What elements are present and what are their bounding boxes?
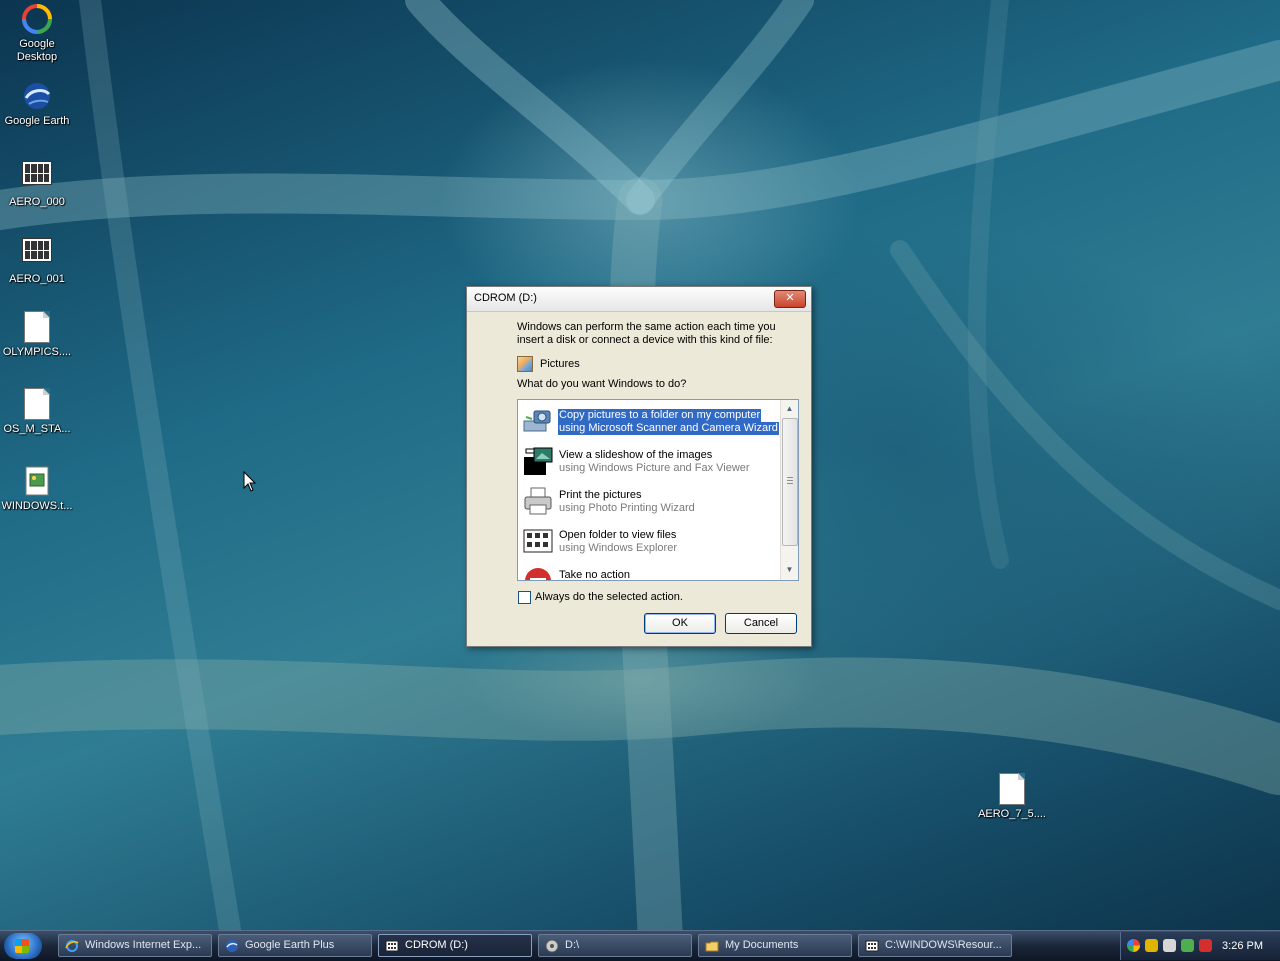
desktop-icon-label: AERO_000 <box>9 196 65 208</box>
desktop-icon-google-earth[interactable]: Google Earth <box>0 80 74 128</box>
system-tray: 3:26 PM <box>1120 932 1280 960</box>
camera-scanner-icon <box>522 405 554 437</box>
desktop-icon-label: OS_M_STA... <box>3 423 71 435</box>
listbox-scrollbar[interactable]: ▲ ▼ <box>780 400 798 580</box>
file-icon <box>21 311 53 343</box>
ok-button[interactable]: OK <box>644 613 716 634</box>
clock[interactable]: 3:26 PM <box>1222 940 1263 952</box>
taskbar-item-drive-d[interactable]: D:\ <box>538 934 692 957</box>
action-title: Open folder to view files <box>559 529 677 541</box>
taskbar-item-my-documents[interactable]: My Documents <box>698 934 852 957</box>
google-desktop-icon <box>21 3 53 35</box>
taskbar-item-label: CDROM (D:) <box>405 939 468 951</box>
dialog-question: What do you want Windows to do? <box>517 378 687 390</box>
taskbar-item-internet-explorer[interactable]: Windows Internet Exp... <box>58 934 212 957</box>
action-subtitle: using Microsoft Scanner and Camera Wizar… <box>558 422 779 435</box>
cdrom-icon <box>385 939 399 953</box>
action-subtitle: using Photo Printing Wizard <box>559 502 695 514</box>
desktop-icon-label: AERO_001 <box>9 273 65 285</box>
no-action-icon <box>522 565 554 580</box>
content-type: Pictures <box>517 356 580 373</box>
action-title: View a slideshow of the images <box>559 449 713 461</box>
google-earth-icon <box>225 939 239 953</box>
drive-icon <box>545 939 559 953</box>
action-item-slideshow[interactable]: View a slideshow of the images using Win… <box>520 442 782 480</box>
taskbar-item-label: D:\ <box>565 939 580 951</box>
desktop-icon-windows-t[interactable]: WINDOWS.t... <box>0 465 74 513</box>
pictures-icon <box>517 356 533 373</box>
ie-icon <box>65 939 79 953</box>
google-earth-icon <box>21 80 53 112</box>
desktop-icon-aero-7-5[interactable]: AERO_7_5.... <box>975 773 1049 821</box>
slideshow-icon <box>522 445 554 477</box>
file-icon <box>21 388 53 420</box>
desktop-icon-olympics[interactable]: OLYMPICS.... <box>0 311 74 359</box>
action-subtitle: using Windows Explorer <box>559 542 677 554</box>
cancel-button[interactable]: Cancel <box>725 613 797 634</box>
action-item-copy-pictures[interactable]: Copy pictures to a folder on my computer… <box>520 402 782 440</box>
scroll-up-button[interactable]: ▲ <box>782 401 797 417</box>
taskbar-item-windows-resources[interactable]: C:\WINDOWS\Resour... <box>858 934 1012 957</box>
taskbar-item-label: C:\WINDOWS\Resour... <box>885 939 1002 951</box>
desktop-icon-aero-000[interactable]: AERO_000 <box>0 157 74 209</box>
action-item-print[interactable]: Print the pictures using Photo Printing … <box>520 482 782 520</box>
always-do-checkbox[interactable] <box>518 590 531 604</box>
folder-grid-icon <box>865 939 879 953</box>
desktop-icon-os-m-sta[interactable]: OS_M_STA... <box>0 388 74 436</box>
taskbar: Windows Internet Exp... Google Earth Plu… <box>0 930 1280 961</box>
security-alert-icon[interactable] <box>1199 939 1212 952</box>
always-do-checkbox-row[interactable]: Always do the selected action. <box>518 590 683 604</box>
taskbar-item-cdrom[interactable]: CDROM (D:) <box>378 934 532 957</box>
network-icon[interactable] <box>1181 939 1194 952</box>
action-title: Take no action <box>559 569 630 581</box>
close-button[interactable]: ✕ <box>774 290 806 308</box>
warning-icon[interactable] <box>1163 939 1176 952</box>
desktop-icon-label: WINDOWS.t... <box>1 500 73 512</box>
scroll-down-button[interactable]: ▼ <box>782 562 797 578</box>
always-do-label: Always do the selected action. <box>535 591 683 603</box>
action-item-take-no-action[interactable]: Take no action <box>520 562 782 581</box>
printer-icon <box>522 485 554 517</box>
start-button[interactable] <box>4 933 42 959</box>
desktop-icon-google-desktop[interactable]: Google Desktop <box>0 3 74 64</box>
taskbar-item-google-earth[interactable]: Google Earth Plus <box>218 934 372 957</box>
desktop-icon-label: Google Earth <box>4 115 70 127</box>
action-subtitle: using Windows Picture and Fax Viewer <box>559 462 750 474</box>
desktop-icon-label: Google <box>19 38 55 50</box>
image-grid-icon <box>21 238 53 270</box>
taskbar-item-label: Google Earth Plus <box>245 939 335 951</box>
taskbar-item-label: Windows Internet Exp... <box>85 939 202 951</box>
desktop-icon-label: OLYMPICS.... <box>2 346 72 358</box>
desktop-icon-label: Desktop <box>16 51 58 63</box>
folder-view-icon <box>522 525 554 557</box>
autoplay-dialog: CDROM (D:) ✕ Windows can perform the sam… <box>466 286 812 647</box>
desktop-icon-aero-001[interactable]: AERO_001 <box>0 234 74 286</box>
dialog-titlebar[interactable]: CDROM (D:) ✕ <box>467 287 811 312</box>
folder-icon <box>705 939 719 953</box>
content-type-label: Pictures <box>540 358 580 370</box>
close-icon: ✕ <box>785 292 795 304</box>
action-item-open-folder[interactable]: Open folder to view files using Windows … <box>520 522 782 560</box>
scrollbar-thumb[interactable] <box>782 418 798 546</box>
google-tray-icon[interactable] <box>1127 939 1140 952</box>
action-listbox[interactable]: Copy pictures to a folder on my computer… <box>517 399 799 581</box>
file-icon <box>996 773 1028 805</box>
taskbar-item-label: My Documents <box>725 939 799 951</box>
action-title: Print the pictures <box>559 489 642 501</box>
desktop-icon-label: AERO_7_5.... <box>978 808 1046 820</box>
dialog-title: CDROM (D:) <box>474 292 537 304</box>
action-title: Copy pictures to a folder on my computer <box>556 408 763 423</box>
image-grid-icon <box>21 161 53 193</box>
dialog-intro-text: Windows can perform the same action each… <box>517 321 776 346</box>
image-file-icon <box>21 465 53 497</box>
shield-icon[interactable] <box>1145 939 1158 952</box>
